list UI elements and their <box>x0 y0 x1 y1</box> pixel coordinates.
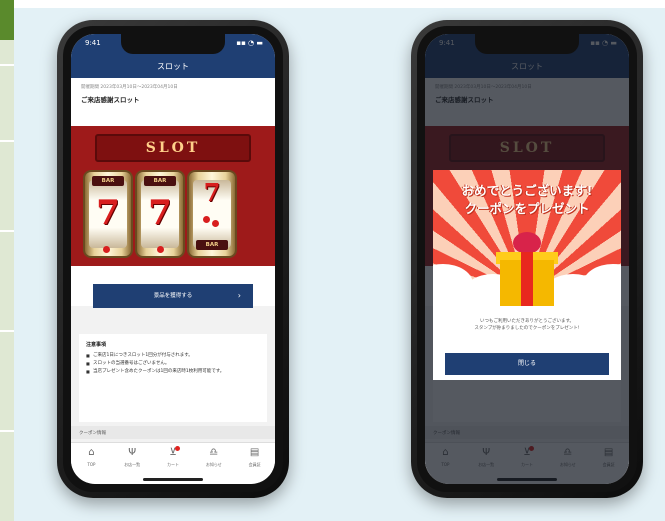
note-item: スロットの当選番号はございません。 <box>86 360 260 368</box>
slot-reel-2: BAR 7 <box>135 170 185 258</box>
tab-bar: ⌂ TOP Ψ お店一覧 ⊻ カート ♎ お知らせ ▤ 会員証 <box>71 442 275 476</box>
slot-period: 開催期間 2023年03月10日〜2023年04月10日 <box>81 85 178 90</box>
left-strip <box>0 0 14 521</box>
close-button[interactable]: 閉じる <box>445 353 609 375</box>
gift-icon <box>513 232 541 254</box>
reel-seven: 7 <box>203 178 221 207</box>
slot-reel-1: BAR 7 <box>83 170 133 258</box>
modal-title: おめでとうございます! <box>461 183 593 198</box>
left-strip-divider <box>0 140 14 142</box>
tab-label: TOP <box>87 462 96 467</box>
left-strip-divider <box>0 230 14 232</box>
tab-news[interactable]: ♎ お知らせ <box>193 443 234 476</box>
home-icon: ⌂ <box>88 447 95 458</box>
tab-member-card[interactable]: ▤ 会員証 <box>234 443 275 476</box>
bell-icon: ♎ <box>209 447 219 458</box>
cherry-icon <box>157 246 164 253</box>
draw-prize-button[interactable]: 景品を獲得する › <box>93 284 253 308</box>
phone-notch <box>475 34 579 54</box>
status-icons: ▪▪ ◔ ▬ <box>236 39 263 47</box>
cherry-icon <box>103 246 110 253</box>
left-strip-divider <box>0 330 14 332</box>
note-item: ご来店1日につきスロット1回分が付与されます。 <box>86 352 260 360</box>
modal-message-line: いつもご利用いただきありがとうございます。 <box>479 319 575 324</box>
tab-label: お知らせ <box>205 462 222 467</box>
modal-subtitle: クーポンをプレゼント <box>464 201 590 216</box>
notification-dot <box>174 446 180 451</box>
tab-label: 会員証 <box>248 462 261 467</box>
phone-screen: 9:41 ▪▪ ◔ ▬ スロット 開催期間 2023年03月10日〜2023年0… <box>425 34 629 484</box>
reel-bar-label: BAR <box>144 176 176 186</box>
reel-seven: 7 <box>148 193 172 233</box>
notes-section: 注意事項 ご来店1日につきスロット1回分が付与されます。 スロットの当選番号はご… <box>79 334 267 422</box>
tab-top[interactable]: ⌂ TOP <box>71 443 112 476</box>
reel-bar-label: BAR <box>196 240 228 250</box>
fork-knife-icon: Ψ <box>128 447 137 458</box>
phone-mockup-slot: 9:41 ▪▪ ◔ ▬ スロット 開催期間 2023年03月10日〜2023年0… <box>57 20 289 498</box>
slot-machine: SLOT BAR 7 BAR 7 7 BAR <box>71 126 275 266</box>
cart-icon: ⊻ <box>169 447 177 458</box>
reel-bar-label: BAR <box>92 176 124 186</box>
cherry-icon <box>203 216 210 223</box>
tab-cart[interactable]: ⊻ カート <box>153 443 194 476</box>
left-strip-accent <box>0 0 14 40</box>
slot-title: SLOT <box>95 134 251 162</box>
note-item: 当店プレゼント含めたクーポンは1回の来店時1枚利用可能です。 <box>86 368 260 376</box>
phone-mockup-coupon: 9:41 ▪▪ ◔ ▬ スロット 開催期間 2023年03月10日〜2023年0… <box>411 20 643 498</box>
coupon-modal: おめでとうございます! クーポンをプレゼント いつもご利用いただきありがとうござ… <box>433 170 621 380</box>
tab-label: お店一覧 <box>124 462 141 467</box>
status-time: 9:41 <box>85 39 101 47</box>
modal-message: いつもご利用いただきありがとうございます。 スタンプが貯まりましたのでクーポンを… <box>443 318 611 332</box>
cherry-icon <box>212 220 219 227</box>
left-strip-divider <box>0 430 14 432</box>
phone-screen: 9:41 ▪▪ ◔ ▬ スロット 開催期間 2023年03月10日〜2023年0… <box>71 34 275 484</box>
nav-title: スロット <box>71 56 275 78</box>
draw-prize-label: 景品を獲得する <box>153 293 193 299</box>
home-indicator <box>143 478 203 481</box>
left-strip-divider <box>0 64 14 66</box>
tab-label: カート <box>166 462 179 467</box>
slot-reel-3: 7 BAR <box>187 170 237 258</box>
tab-shops[interactable]: Ψ お店一覧 <box>112 443 153 476</box>
slot-info: 開催期間 2023年03月10日〜2023年04月10日 ご来店感謝スロット <box>71 78 275 126</box>
phone-notch <box>121 34 225 54</box>
card-icon: ▤ <box>249 447 260 458</box>
gift-ribbon <box>521 252 533 306</box>
reel-seven: 7 <box>96 193 120 233</box>
notes-title: 注意事項 <box>86 342 107 348</box>
slot-name: ご来店感謝スロット <box>81 96 140 104</box>
coupon-section-header: クーポン情報 <box>71 426 275 439</box>
chevron-right-icon: › <box>237 291 241 300</box>
modal-message-line: スタンプが貯まりましたのでクーポンをプレゼント! <box>474 326 580 331</box>
